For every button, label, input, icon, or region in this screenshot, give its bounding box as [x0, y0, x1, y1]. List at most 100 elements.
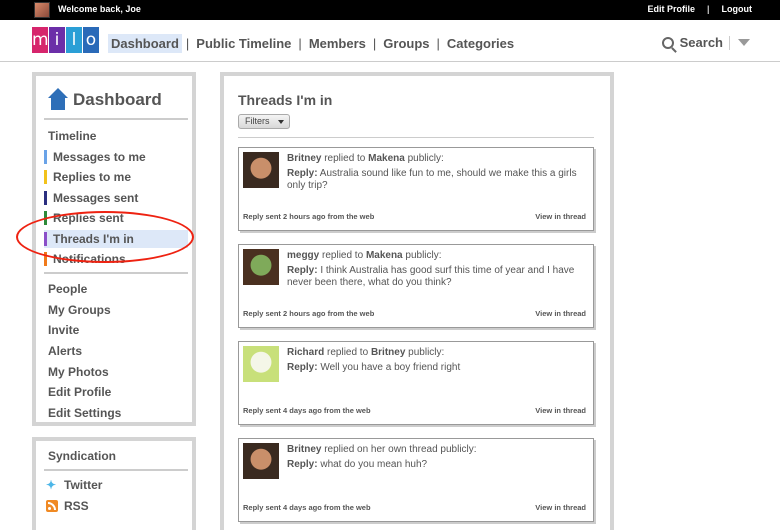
search-label: Search [679, 35, 723, 50]
sidebar-item-replies-to-me[interactable]: Replies to me [44, 168, 188, 186]
reply-body: Reply: I think Australia has good surf t… [287, 265, 583, 289]
suffix-text: publicly: [402, 250, 442, 261]
color-bar [44, 252, 47, 266]
sidebar-item-people[interactable]: People [44, 280, 87, 298]
sidebar-item-threads-im-in[interactable]: Threads I'm in [44, 230, 188, 248]
sidebar-item-alerts[interactable]: Alerts [44, 342, 82, 360]
sidebar-item-my-groups[interactable]: My Groups [44, 301, 111, 319]
reply-body: Reply: Well you have a boy friend right [287, 362, 583, 374]
separator: | [706, 4, 710, 14]
sidebar-item-edit-settings[interactable]: Edit Settings [44, 404, 121, 422]
reply-meta: Reply sent 2 hours ago from the web [243, 212, 375, 221]
sidebar-item-replies-sent[interactable]: Replies sent [44, 209, 188, 227]
home-icon [48, 88, 68, 110]
color-bar [44, 150, 47, 164]
nav-groups[interactable]: Groups [380, 34, 432, 53]
reply-meta: Reply sent 2 hours ago from the web [243, 309, 375, 318]
reply-text: Australia sound like fun to me, should w… [287, 168, 577, 191]
welcome-text: Welcome back, Joe [58, 4, 141, 14]
reply-label: Reply: [287, 168, 318, 179]
logout-link[interactable]: Logout [722, 4, 753, 14]
thread-header: meggy replied to Makena publicly: [287, 250, 442, 261]
reply-text: what do you mean huh? [317, 459, 428, 470]
sidebar-item-label: Replies sent [53, 211, 124, 225]
view-in-thread-link[interactable]: View in thread [535, 406, 586, 415]
sidebar-title: Dashboard [48, 88, 162, 110]
nav-public-timeline[interactable]: Public Timeline [193, 34, 294, 53]
chevron-down-icon[interactable] [738, 39, 750, 46]
action-text: replied to [321, 153, 369, 164]
color-bar [44, 191, 47, 205]
sidebar-item-label: Threads I'm in [53, 232, 134, 246]
logo-letter: o [83, 27, 99, 53]
divider [44, 118, 188, 120]
logo-letter: m [32, 27, 49, 53]
reply-body: Reply: Australia sound like fun to me, s… [287, 168, 583, 192]
nav-dashboard[interactable]: Dashboard [108, 34, 182, 53]
author-name[interactable]: Richard [287, 347, 324, 358]
rss-icon [46, 500, 58, 512]
rss-label: RSS [64, 499, 89, 513]
reply-label: Reply: [287, 459, 318, 470]
view-in-thread-link[interactable]: View in thread [535, 503, 586, 512]
reply-meta: Reply sent 4 days ago from the web [243, 406, 371, 415]
rss-link[interactable]: RSS [46, 499, 89, 513]
twitter-link[interactable]: ✦ Twitter [46, 478, 102, 492]
reply-body: Reply: what do you mean huh? [287, 459, 583, 471]
sidebar-item-label: Messages sent [53, 191, 139, 205]
author-avatar[interactable] [243, 249, 279, 285]
divider [44, 469, 188, 471]
target-name[interactable]: Britney [371, 347, 405, 358]
nav-separator: | [372, 36, 377, 51]
divider [729, 35, 730, 50]
sidebar-item-label: Replies to me [53, 170, 132, 184]
nav-members[interactable]: Members [306, 34, 369, 53]
search-icon [661, 36, 674, 49]
nav-categories[interactable]: Categories [444, 34, 517, 53]
author-avatar[interactable] [243, 152, 279, 188]
sidebar-item-edit-profile[interactable]: Edit Profile [44, 383, 111, 401]
sidebar-item-my-photos[interactable]: My Photos [44, 363, 109, 381]
sidebar-item-invite[interactable]: Invite [44, 321, 79, 339]
thread-card: Richard replied to Britney publicly: Rep… [238, 341, 594, 425]
reply-meta: Reply sent 4 days ago from the web [243, 503, 371, 512]
author-avatar[interactable] [243, 443, 279, 479]
suffix-text: publicly: [404, 153, 444, 164]
reply-label: Reply: [287, 362, 318, 373]
color-bar [44, 232, 47, 246]
sidebar-item-label: Notifications [53, 252, 126, 266]
sidebar-item-messages-to-me[interactable]: Messages to me [44, 148, 188, 166]
syndication-title: Syndication [48, 449, 117, 463]
main-nav: Dashboard | Public Timeline | Members | … [108, 34, 517, 53]
color-bar [44, 170, 47, 184]
target-name[interactable]: Makena [366, 250, 403, 261]
sidebar-item-messages-sent[interactable]: Messages sent [44, 189, 188, 207]
view-in-thread-link[interactable]: View in thread [535, 309, 586, 318]
target-name[interactable]: Makena [368, 153, 405, 164]
reply-text: Well you have a boy friend right [317, 362, 461, 373]
sidebar-item-notifications[interactable]: Notifications [44, 250, 188, 268]
color-bar [44, 211, 47, 225]
divider [44, 272, 188, 274]
twitter-label: Twitter [64, 478, 103, 492]
view-in-thread-link[interactable]: View in thread [535, 212, 586, 221]
edit-profile-link[interactable]: Edit Profile [647, 4, 695, 14]
author-name[interactable]: meggy [287, 250, 319, 261]
filters-dropdown[interactable]: Filters [238, 114, 290, 129]
reply-text: I think Australia has good surf this tim… [287, 265, 575, 288]
author-avatar[interactable] [243, 346, 279, 382]
author-name[interactable]: Britney [287, 153, 321, 164]
action-text: replied to [319, 250, 366, 261]
sidebar-item-timeline[interactable]: Timeline [44, 127, 96, 145]
user-avatar [34, 2, 50, 18]
thread-card: Britney replied on her own thread public… [238, 438, 594, 522]
twitter-icon: ✦ [46, 478, 57, 492]
thread-header: Richard replied to Britney publicly: [287, 347, 444, 358]
action-text: replied on her own thread publicly: [321, 444, 477, 455]
syndication-panel: Syndication ✦ Twitter RSS [32, 437, 196, 530]
search-button[interactable]: Search [661, 35, 750, 50]
milo-logo[interactable]: m i l o [32, 27, 99, 53]
thread-card: meggy replied to Makena publicly: Reply:… [238, 244, 594, 328]
nav-separator: | [436, 36, 440, 51]
author-name[interactable]: Britney [287, 444, 321, 455]
